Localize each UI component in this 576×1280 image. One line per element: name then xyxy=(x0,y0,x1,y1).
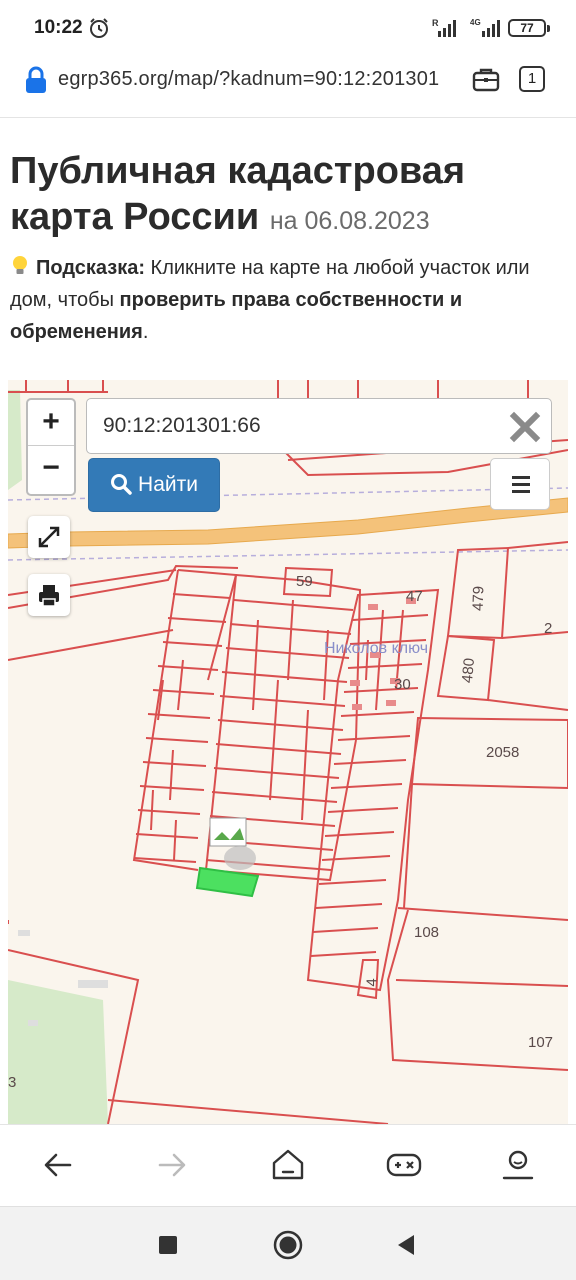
cadastral-search-box xyxy=(86,398,552,454)
home-circle-icon[interactable] xyxy=(270,1227,306,1263)
parcel-label-479: 479 xyxy=(469,585,488,612)
parcel-label-3: 3 xyxy=(8,1074,17,1091)
zoom-control: + − xyxy=(26,398,76,496)
expand-icon xyxy=(38,526,60,548)
parcel-label-108: 108 xyxy=(414,924,440,941)
status-bar: 10:22 R 4G 77 xyxy=(0,0,576,56)
printer-icon xyxy=(39,585,59,607)
android-navigation-bar xyxy=(0,1206,576,1280)
home-icon[interactable] xyxy=(268,1145,308,1185)
parcel-label-2: 2 xyxy=(544,620,553,637)
parcel-label-59: 59 xyxy=(296,573,313,590)
browser-toolbar xyxy=(0,1124,576,1206)
parcel-label-480: 480 xyxy=(458,657,479,684)
print-button[interactable] xyxy=(28,574,70,616)
find-button[interactable]: Найти xyxy=(88,458,220,512)
signal-4g-icon: 4G xyxy=(470,18,500,37)
hint-paragraph: Подсказка: Кликните на карте на любой уч… xyxy=(10,252,570,348)
page-title: Публичная кадастровая карта России на 06… xyxy=(10,148,570,244)
battery-indicator: 77 xyxy=(508,19,550,37)
address-bar[interactable]: egrp365.org/map/?kadnum=90:12:201301 1 xyxy=(0,56,576,118)
parcel-label-30: 30 xyxy=(394,676,411,693)
parcel-label-4: 4 xyxy=(363,978,381,987)
cadastral-map[interactable]: 59 47 479 2 Николов ключ 480 30 2058 108… xyxy=(8,380,568,1124)
svg-text:R: R xyxy=(432,18,439,28)
forest-area xyxy=(8,390,22,490)
back-icon[interactable] xyxy=(38,1145,78,1185)
parcel-label-47: 47 xyxy=(406,588,423,605)
status-time: 10:22 xyxy=(34,17,83,38)
selected-parcel-highlight xyxy=(195,866,260,898)
page-title-date: на 06.08.2023 xyxy=(269,207,430,235)
map-menu-button[interactable] xyxy=(490,458,550,510)
profile-icon[interactable] xyxy=(498,1145,538,1185)
alarm-icon xyxy=(90,18,108,38)
zoom-in-button[interactable]: + xyxy=(28,400,74,446)
cadastral-number-input[interactable] xyxy=(87,399,497,453)
hint-text-end: . xyxy=(142,321,149,343)
parcel-label-107: 107 xyxy=(528,1034,554,1051)
fullscreen-button[interactable] xyxy=(28,516,70,558)
zoom-out-button[interactable]: − xyxy=(28,446,74,492)
locality-label: Николов ключ xyxy=(324,640,429,657)
clear-icon[interactable] xyxy=(509,411,541,443)
forest-area xyxy=(8,980,108,1124)
svg-text:4G: 4G xyxy=(470,18,481,27)
lock-icon xyxy=(26,66,46,93)
signal-r-icon: R xyxy=(432,18,456,37)
tabs-count-button[interactable]: 1 xyxy=(519,66,545,92)
recents-icon[interactable] xyxy=(150,1227,186,1263)
briefcase-icon[interactable] xyxy=(472,66,500,92)
search-icon xyxy=(111,474,132,495)
forward-icon[interactable] xyxy=(152,1145,192,1185)
game-icon[interactable] xyxy=(384,1145,424,1185)
url-text[interactable]: egrp365.org/map/?kadnum=90:12:201301 xyxy=(58,68,439,91)
hint-label: Подсказка: xyxy=(36,257,145,279)
find-button-label: Найти xyxy=(138,473,198,496)
parcel-label-2058: 2058 xyxy=(486,744,520,761)
lightbulb-icon xyxy=(13,256,27,274)
hamburger-menu-icon xyxy=(512,476,530,493)
back-triangle-icon[interactable] xyxy=(388,1227,424,1263)
